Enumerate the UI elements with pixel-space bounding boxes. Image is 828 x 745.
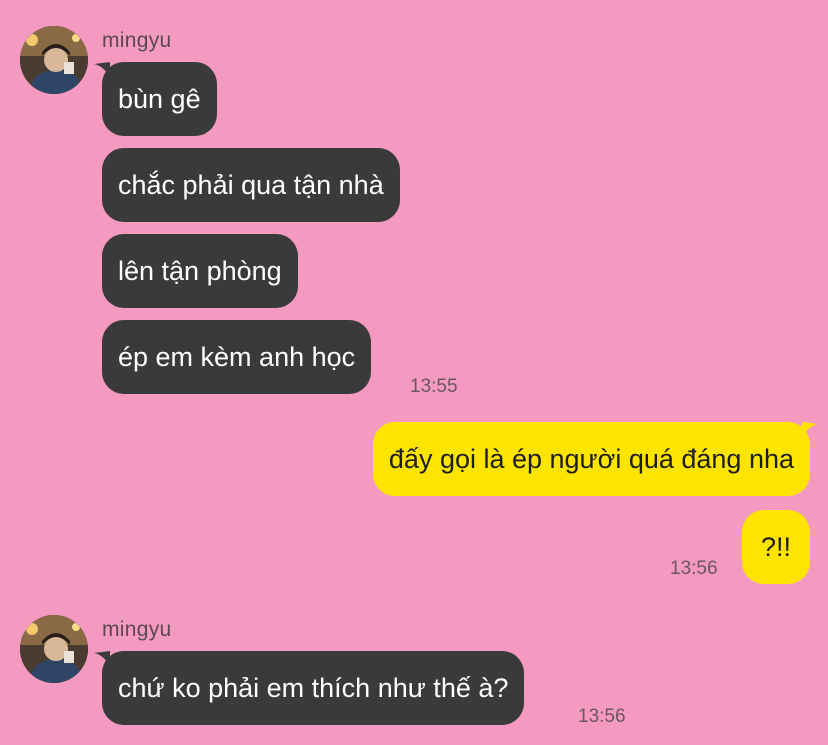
- profile-photo-icon: [20, 615, 88, 683]
- message-bubble-incoming[interactable]: chắc phải qua tận nhà: [102, 148, 400, 222]
- message-timestamp: 13:56: [578, 706, 626, 727]
- profile-photo-icon: [20, 26, 88, 94]
- message-bubble-incoming[interactable]: chứ ko phải em thích như thế à?: [102, 651, 525, 725]
- message-timestamp: 13:56: [670, 558, 718, 579]
- message-bubble-incoming[interactable]: lên tận phòng: [102, 234, 298, 308]
- message-bubble-incoming[interactable]: ép em kèm anh học: [102, 320, 372, 394]
- message-bubble-outgoing[interactable]: ?!!: [741, 510, 810, 584]
- avatar[interactable]: [20, 615, 88, 683]
- avatar[interactable]: [20, 26, 88, 94]
- sender-name: mingyu: [102, 29, 172, 52]
- message-timestamp: 13:55: [410, 376, 458, 397]
- message-bubble-outgoing[interactable]: đấy gọi là ép người quá đáng nha: [372, 422, 810, 496]
- message-bubble-incoming[interactable]: bùn gê: [102, 62, 217, 136]
- sender-name: mingyu: [102, 618, 172, 641]
